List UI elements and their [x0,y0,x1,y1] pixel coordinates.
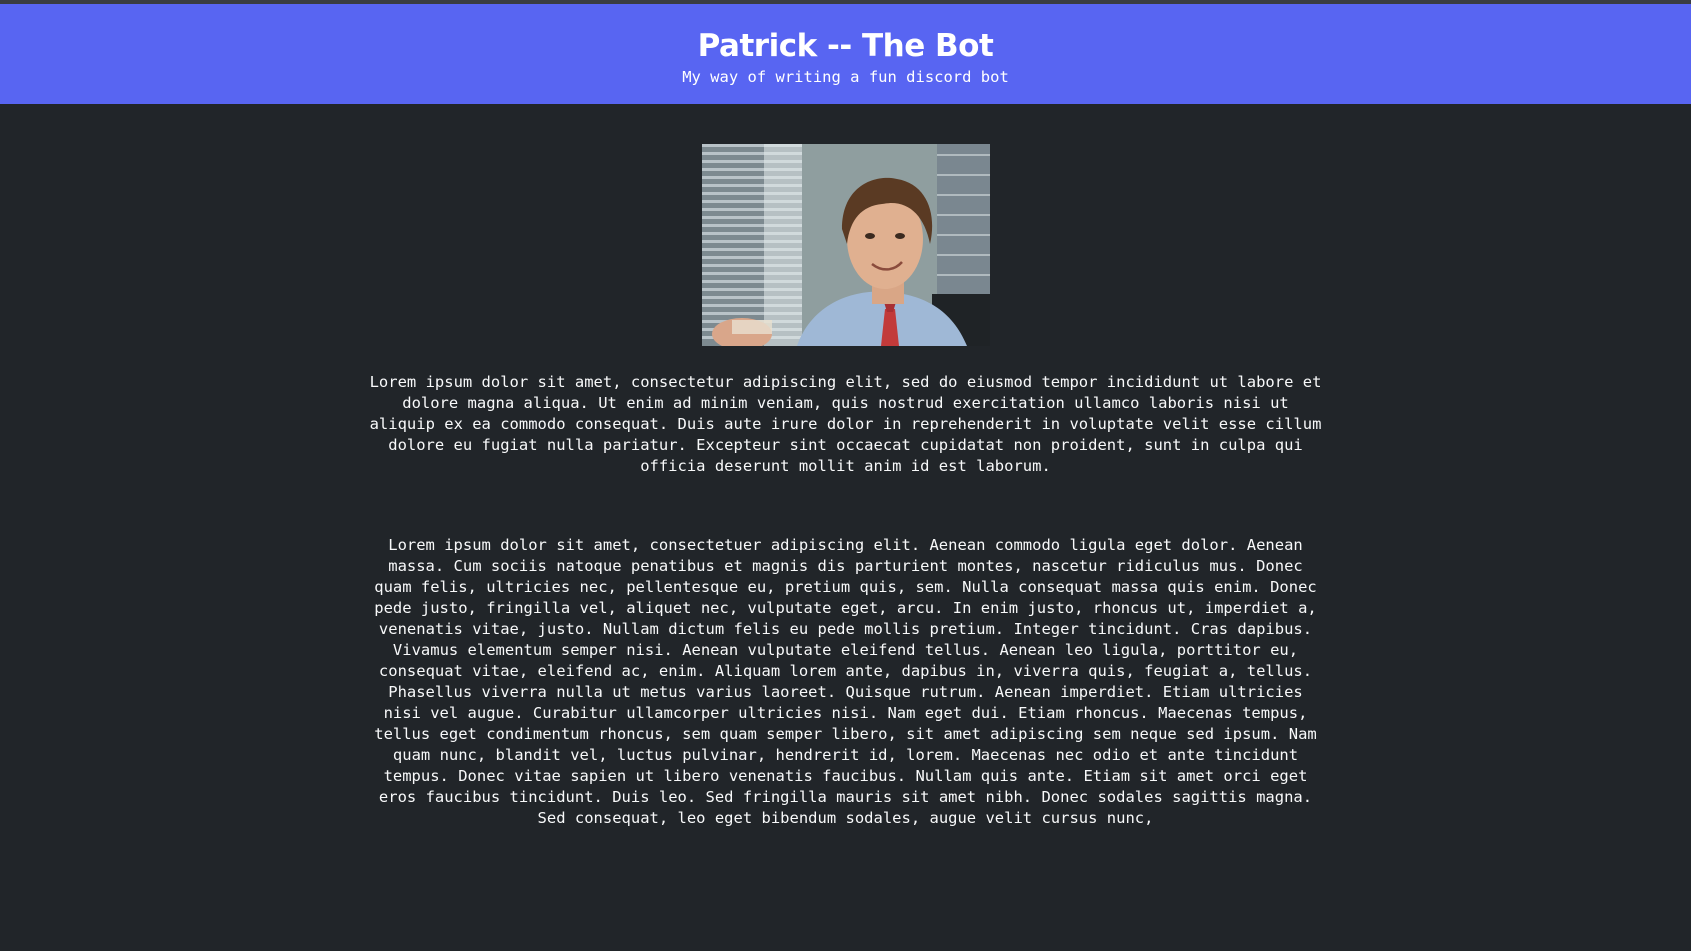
portrait-image [701,144,990,346]
site-header: Patrick -- The Bot My way of writing a f… [0,4,1691,104]
page-title: Patrick -- The Bot [697,28,994,64]
body-paragraph: Lorem ipsum dolor sit amet, consectetuer… [374,536,1317,827]
intro-paragraph: Lorem ipsum dolor sit amet, consectetur … [369,373,1322,475]
page-subtitle: My way of writing a fun discord bot [682,68,1009,86]
main-content: Lorem ipsum dolor sit amet, consectetur … [0,144,1691,829]
